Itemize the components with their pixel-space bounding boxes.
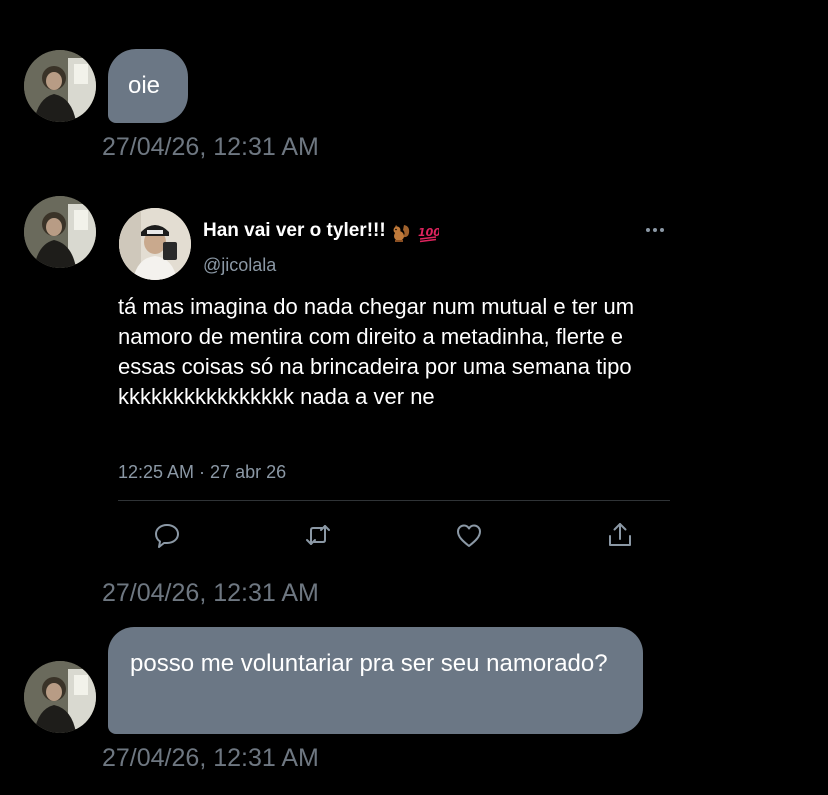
tweet-timestamp[interactable]: 12:25 AM · 27 abr 26 [118,462,286,483]
message-text: posso me voluntariar pra ser seu namorad… [130,650,608,677]
squirrel-emoji-icon [393,224,409,242]
tweet-body-text: tá mas imagina do nada chegar num mutual… [118,294,635,409]
message-bubble[interactable]: oie [108,49,188,123]
sender-avatar[interactable] [24,661,96,733]
message-bubble[interactable]: posso me voluntariar pra ser seu namorad… [108,627,643,734]
sender-avatar[interactable] [24,50,96,122]
message-timestamp: 27/04/26, 12:31 AM [102,579,319,607]
share-icon[interactable] [605,520,635,550]
message-text: oie [128,72,161,99]
shared-tweet-card[interactable]: Han vai ver o tyler!!! 100 @jicolala tá … [108,192,678,572]
like-icon[interactable] [454,520,484,550]
reply-icon[interactable] [152,520,182,550]
message-timestamp: 27/04/26, 12:31 AM [102,744,319,772]
tweet-author-handle[interactable]: @jicolala [203,255,276,276]
tweet-author-name[interactable]: Han vai ver o tyler!!! 100 [203,220,439,244]
message-timestamp: 27/04/26, 12:31 AM [102,133,319,161]
tweet-author-avatar[interactable] [119,208,191,280]
retweet-icon[interactable] [303,520,333,550]
more-options-icon[interactable] [640,220,670,240]
hundred-points-emoji-icon: 100 [418,226,439,243]
sender-avatar[interactable] [24,196,96,268]
tweet-divider [118,500,670,501]
